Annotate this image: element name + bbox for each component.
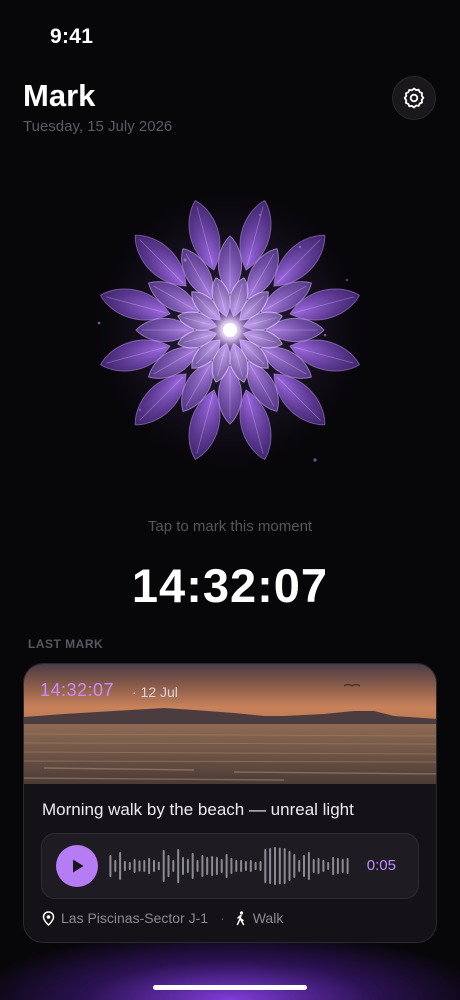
waveform-bar xyxy=(225,854,228,878)
waveform-bar xyxy=(322,860,325,872)
waveform-bar xyxy=(307,852,310,880)
waveform-bar xyxy=(182,857,184,875)
activity-label: Walk xyxy=(252,910,284,926)
voice-note-player: 0:05 xyxy=(41,833,419,899)
current-date: Tuesday, 15 July 2026 xyxy=(23,118,173,135)
home-indicator[interactable] xyxy=(153,985,307,990)
waveform-bar xyxy=(249,860,252,872)
waveform-bar xyxy=(230,858,233,874)
waveform-bar xyxy=(240,860,243,872)
mark-moment-button[interactable] xyxy=(85,185,375,475)
tap-hint: Tap to mark this moment xyxy=(147,518,313,535)
waveform-bar xyxy=(148,858,151,874)
waveform-bar xyxy=(312,859,315,873)
waveform-bar xyxy=(283,848,286,884)
waveform-bar xyxy=(201,855,204,877)
waveform-bar xyxy=(332,857,335,875)
last-mark-caption: Morning walk by the beach — unreal light xyxy=(42,800,354,819)
waveform-bar xyxy=(172,860,175,872)
waveform-bar xyxy=(259,861,262,871)
waveform-bar xyxy=(264,849,267,883)
app-screen: 9:41 Mark Tuesday, 15 July 2026 Tap to m… xyxy=(0,0,460,1000)
waveform-bar xyxy=(288,851,291,881)
waveform-bar xyxy=(235,860,238,872)
gear-icon xyxy=(402,86,426,110)
waveform-bar xyxy=(206,857,209,875)
waveform-bar xyxy=(157,861,160,871)
waveform-bar xyxy=(220,859,223,873)
last-mark-card[interactable]: 14:32:07 · 12 Jul Morning walk by the be… xyxy=(23,663,437,943)
waveform-bar xyxy=(244,861,247,871)
waveform-bar xyxy=(114,860,117,872)
last-mark-date: · 12 Jul xyxy=(132,684,178,700)
meta-separator: · xyxy=(220,910,225,926)
waveform-bar xyxy=(317,858,320,874)
waveform-bar xyxy=(303,855,305,877)
page-title: Mark xyxy=(23,78,96,113)
waveform-bar xyxy=(254,862,257,870)
last-mark-time: 14:32:07 xyxy=(40,680,115,700)
waveform-bar xyxy=(153,860,155,872)
waveform-bar xyxy=(196,860,199,872)
waveform-bar xyxy=(133,859,136,873)
waveform-bar xyxy=(327,862,330,870)
last-mark-section-label: LAST MARK xyxy=(28,637,104,651)
waveform-bar xyxy=(119,852,122,880)
waveform-bar xyxy=(191,853,194,879)
waveform-bar xyxy=(162,850,165,882)
waveform-bar xyxy=(123,861,126,871)
waveform-bar xyxy=(186,859,189,873)
audio-duration: 0:05 xyxy=(366,857,396,874)
waveform-bar xyxy=(269,848,272,884)
waveform-bar xyxy=(109,855,112,877)
play-button[interactable] xyxy=(56,845,98,887)
location-pin-icon xyxy=(42,910,55,926)
lotus-mandala-icon xyxy=(85,185,375,475)
waveform-bar xyxy=(177,849,180,883)
waveform-bar xyxy=(128,862,131,870)
waveform-bar xyxy=(274,847,276,885)
waveform-bar xyxy=(341,859,344,873)
waveform-bar xyxy=(215,857,218,875)
waveform-bar xyxy=(336,858,339,874)
status-bar-time: 9:41 xyxy=(50,25,94,48)
walking-person-icon xyxy=(235,910,247,926)
location-label: Las Piscinas-Sector J-1 xyxy=(61,910,209,926)
waveform-bar xyxy=(346,858,349,874)
audio-waveform[interactable] xyxy=(108,845,350,887)
waveform-bar xyxy=(143,860,146,872)
waveform-bar xyxy=(211,856,214,876)
play-icon xyxy=(68,857,86,875)
waveform-bar xyxy=(167,855,170,877)
waveform-bar xyxy=(293,854,296,878)
waveform-bar xyxy=(278,847,281,885)
settings-button[interactable] xyxy=(392,76,436,120)
last-mark-meta: Las Piscinas-Sector J-1 · Walk xyxy=(42,910,283,926)
waveform-bar xyxy=(298,860,301,872)
waveform-bar xyxy=(138,860,141,872)
current-time-display: 14:32:07 xyxy=(131,559,329,612)
